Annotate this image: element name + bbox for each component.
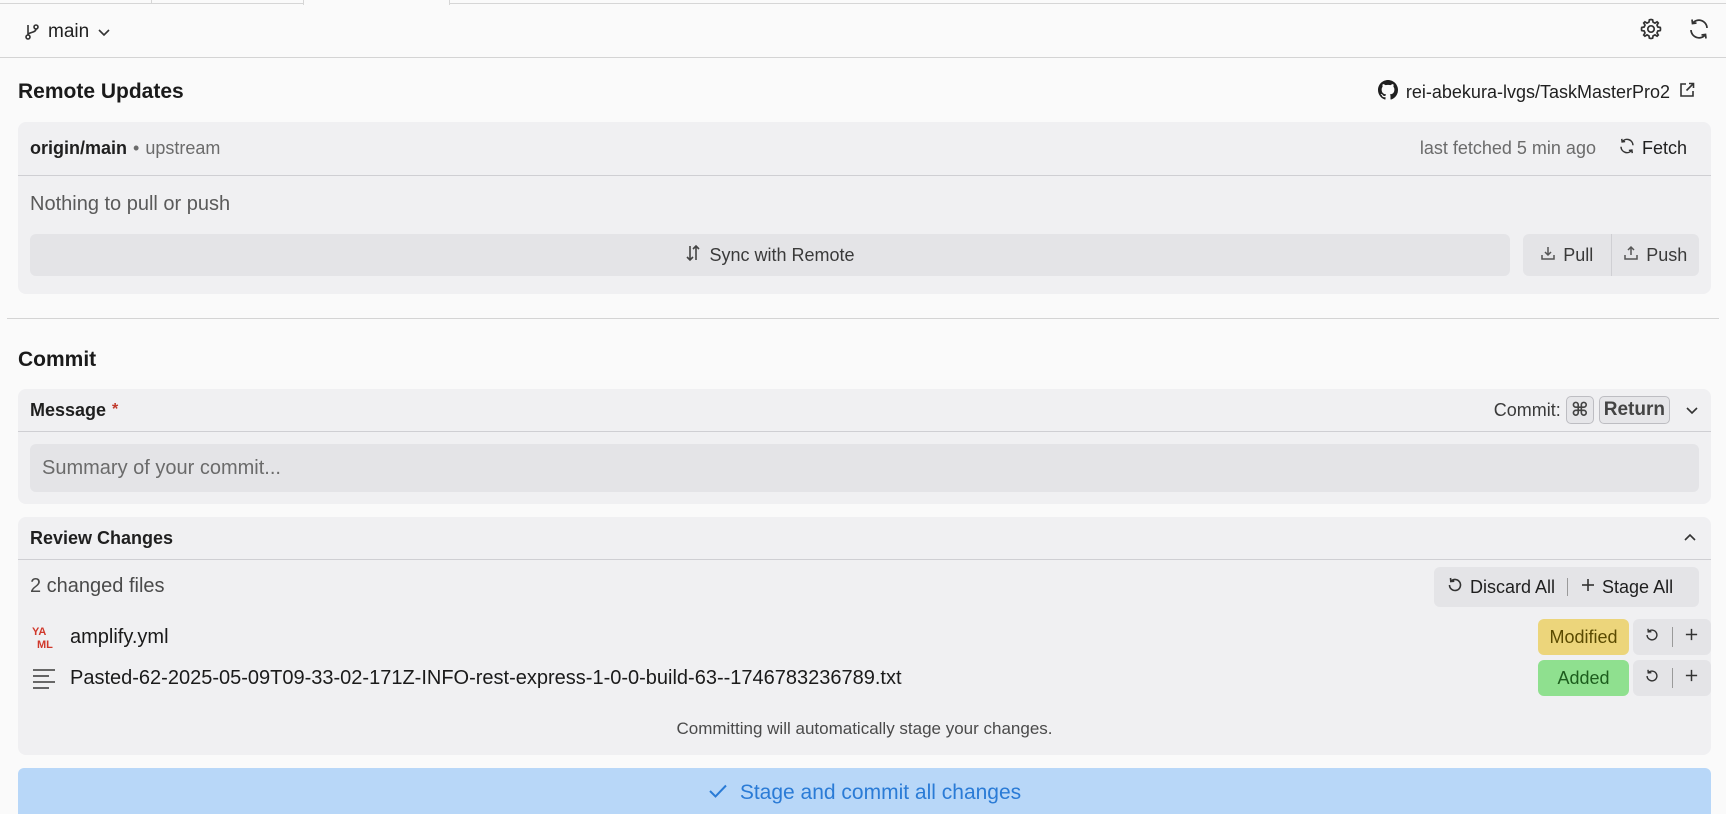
git-branch-icon: [24, 23, 40, 41]
undo-icon: [1644, 627, 1660, 648]
section-divider: [7, 318, 1719, 319]
push-label: Push: [1646, 244, 1688, 265]
separator-dot: •: [133, 138, 140, 158]
pull-button[interactable]: Pull: [1523, 234, 1611, 276]
stage-file-button[interactable]: [1673, 660, 1712, 696]
gear-icon: [1639, 17, 1663, 46]
refresh-icon: [1618, 137, 1636, 160]
file-row[interactable]: YA ML amplify.yml Modified: [30, 619, 1711, 655]
yaml-file-icon: YA ML: [30, 623, 58, 651]
stage-file-button[interactable]: [1673, 619, 1712, 655]
discard-all-label: Discard All: [1470, 576, 1556, 597]
external-link-icon: [1678, 81, 1696, 104]
top-bar: main: [0, 5, 1726, 58]
discard-all-button[interactable]: Discard All: [1434, 567, 1567, 607]
tab-strip: [0, 0, 1726, 5]
sync-label: Sync with Remote: [709, 244, 855, 265]
sync-with-remote-button[interactable]: Sync with Remote: [30, 234, 1510, 276]
remote-updates-title: Remote Updates: [18, 80, 184, 103]
undo-icon: [1446, 576, 1464, 599]
required-indicator: *: [112, 401, 119, 418]
branch-name: main: [48, 21, 90, 42]
repo-link[interactable]: rei-abekura-lvgs/TaskMasterPro2: [1377, 79, 1696, 105]
bulk-actions-group: Discard All Stage All: [1434, 567, 1699, 607]
refresh-button[interactable]: [1684, 16, 1714, 46]
review-changes-header[interactable]: Review Changes: [18, 517, 1711, 560]
file-row[interactable]: Pasted-62-2025-05-09T09-33-02-171Z-INFO-…: [30, 660, 1711, 696]
undo-icon: [1644, 668, 1660, 689]
tab-divider: [151, 0, 152, 4]
message-card: Message * Commit: ⌘ Return: [18, 389, 1711, 504]
swap-vertical-icon: [685, 244, 701, 267]
message-card-header: Message * Commit: ⌘ Return: [18, 389, 1711, 432]
fetch-label: Fetch: [1641, 138, 1687, 158]
auto-stage-note: Committing will automatically stage your…: [676, 719, 1053, 738]
svg-text:YA: YA: [32, 626, 46, 638]
status-badge: Modified: [1538, 619, 1629, 655]
file-name: Pasted-62-2025-05-09T09-33-02-171Z-INFO-…: [70, 666, 902, 689]
svg-text:ML: ML: [37, 639, 53, 650]
review-changes-title: Review Changes: [30, 527, 174, 548]
remote-branch: origin/main: [30, 138, 128, 158]
commit-title: Commit: [18, 348, 97, 371]
push-button[interactable]: Push: [1612, 234, 1700, 276]
plus-icon: [1684, 668, 1699, 688]
discard-file-button[interactable]: [1633, 660, 1672, 696]
remote-card: origin/main • upstream last fetched 5 mi…: [18, 122, 1711, 294]
review-changes-card: Review Changes 2 changed files Discard A…: [18, 517, 1711, 755]
download-icon: [1540, 245, 1556, 266]
commit-button-label: Stage and commit all changes: [739, 781, 1022, 804]
changed-files-count: 2 changed files: [30, 575, 165, 597]
stage-and-commit-button[interactable]: Stage and commit all changes: [18, 768, 1711, 814]
upstream-label: upstream: [145, 138, 221, 158]
commit-shortcut-label: Commit:: [1493, 399, 1561, 420]
file-name: amplify.yml: [70, 625, 169, 648]
discard-file-button[interactable]: [1633, 619, 1672, 655]
upload-icon: [1623, 245, 1639, 266]
checkmark-icon: [708, 781, 728, 805]
text-file-icon: [30, 664, 58, 692]
chevron-down-icon: [97, 25, 111, 39]
commit-message-input[interactable]: [30, 444, 1699, 492]
settings-button[interactable]: [1636, 16, 1666, 46]
message-label: Message: [30, 399, 107, 420]
pull-push-group: Pull Push: [1523, 234, 1699, 276]
file-actions: [1633, 619, 1711, 655]
status-badge: Added: [1538, 660, 1629, 696]
repo-name: rei-abekura-lvgs/TaskMasterPro2: [1405, 81, 1670, 102]
return-key-badge: Return: [1598, 396, 1670, 424]
sync-status-text: Nothing to pull or push: [30, 193, 231, 215]
stage-all-button[interactable]: Stage All: [1568, 567, 1685, 607]
fetch-button[interactable]: Fetch: [1618, 137, 1699, 160]
chevron-up-icon[interactable]: [1683, 531, 1699, 545]
plus-icon: [1580, 577, 1596, 598]
command-key-badge: ⌘: [1565, 396, 1594, 424]
stage-all-label: Stage All: [1602, 576, 1674, 597]
refresh-icon: [1687, 17, 1711, 46]
remote-card-header: origin/main • upstream last fetched 5 mi…: [18, 122, 1711, 176]
branch-selector[interactable]: main: [24, 19, 111, 45]
file-actions: [1633, 660, 1711, 696]
pull-label: Pull: [1563, 244, 1594, 265]
chevron-down-icon[interactable]: [1685, 403, 1699, 417]
github-icon: [1377, 79, 1398, 105]
plus-icon: [1684, 627, 1699, 647]
last-fetched-text: last fetched 5 min ago: [1419, 138, 1596, 158]
